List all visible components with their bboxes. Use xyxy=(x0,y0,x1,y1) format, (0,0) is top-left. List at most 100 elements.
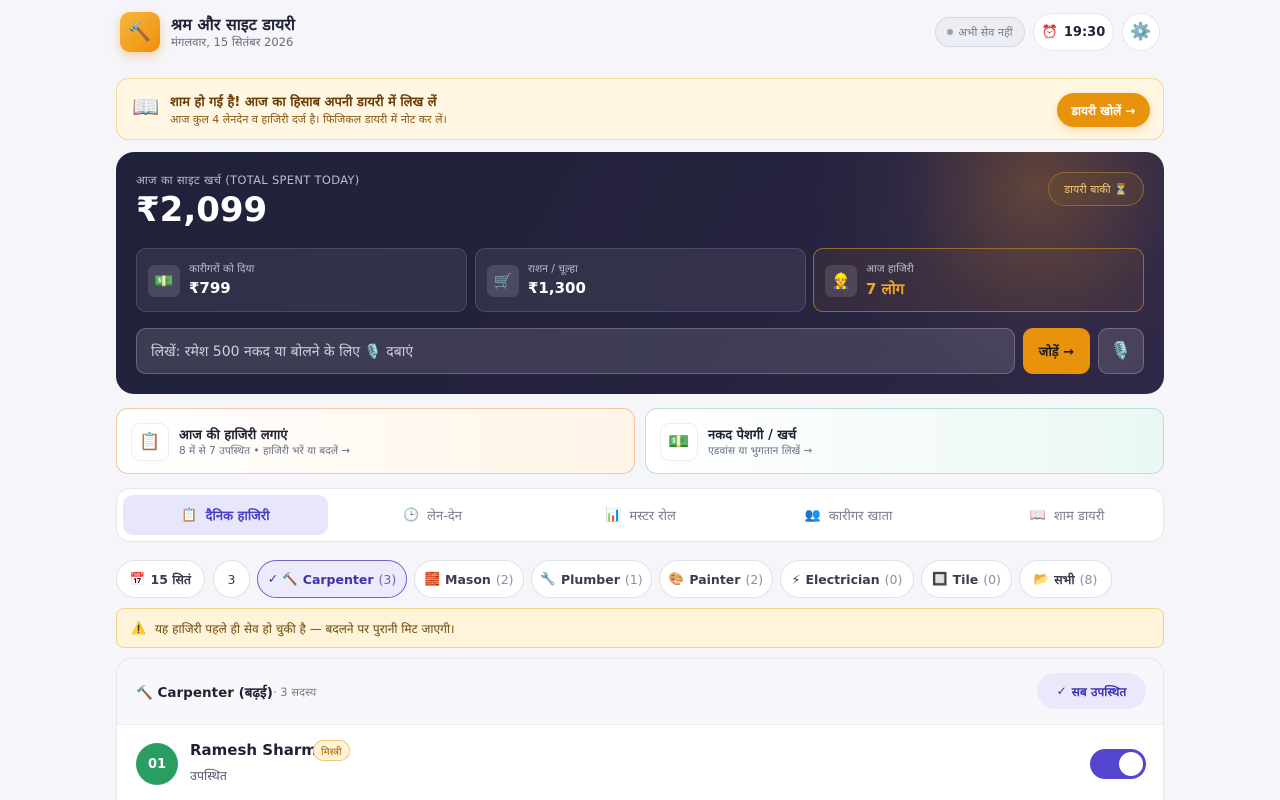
chip-label: Carpenter xyxy=(302,571,374,587)
chip-label: Mason xyxy=(445,571,491,587)
tab-label: मस्टर रोल xyxy=(629,509,676,524)
chip-label: सभी xyxy=(1054,571,1075,587)
tab-daily-attendance[interactable]: 📋 दैनिक हाजिरी xyxy=(123,495,328,535)
warning-icon: ⚠️ xyxy=(131,621,146,635)
clipboard-icon: 📋 xyxy=(181,507,198,523)
chip-count: (3) xyxy=(378,571,397,587)
total-spent-value: ₹2,099 xyxy=(136,190,268,230)
cart-icon: 🛒 xyxy=(487,265,519,297)
chip-label: Electrician xyxy=(805,571,880,587)
open-diary-button[interactable]: डायरी खोलें → xyxy=(1057,93,1150,127)
filter-electrician[interactable]: ⚡ Electrician (0) xyxy=(780,560,914,598)
stat-label: राशन / चूल्हा xyxy=(528,263,578,275)
stat-attendance: 👷 आज हाजिरी 7 लोग xyxy=(813,248,1144,312)
stat-value: ₹799 xyxy=(189,279,231,297)
lightning-icon: ⚡ xyxy=(791,571,801,587)
mark-attendance-card[interactable]: 📋 आज की हाजिरी लगाएं 8 में से 7 उपस्थित … xyxy=(116,408,635,474)
cash-icon: 💵 xyxy=(148,265,180,297)
stat-value: 7 लोग xyxy=(866,280,905,298)
chip-count: (2) xyxy=(745,571,764,587)
tab-label: दैनिक हाजिरी xyxy=(205,509,270,524)
action-subtitle: 8 में से 7 उपस्थित • हाजिरी भरें या बदले… xyxy=(179,445,351,457)
reminder-time: 19:30 xyxy=(1063,24,1106,40)
group-title: 🔨 Carpenter (बढ़ई) xyxy=(136,685,273,701)
extra-count-chip[interactable]: 3 xyxy=(213,560,250,598)
filter-all[interactable]: 📂 सभी (8) xyxy=(1019,560,1112,598)
group-member-count: · 3 सदस्य xyxy=(273,685,317,699)
tab-label: लेन-देन xyxy=(427,509,463,524)
chip-count: (8) xyxy=(1079,571,1098,587)
calendar-icon: 📅 xyxy=(129,571,146,586)
brick-icon: 🧱 xyxy=(424,571,441,586)
money-icon: 💵 xyxy=(660,423,698,461)
stat-label: कारीगरों को दिया xyxy=(189,263,255,275)
tab-worker-ledger[interactable]: 👥 कारीगर खाता xyxy=(757,495,940,535)
mark-all-label: सब उपस्थित xyxy=(1071,684,1127,699)
filter-painter[interactable]: 🎨 Painter (2) xyxy=(659,560,773,598)
chip-label: 3 xyxy=(227,571,236,587)
chip-label: Painter xyxy=(689,571,741,587)
bar-chart-icon: 📊 xyxy=(605,507,622,523)
worker-icon: 👷 xyxy=(825,265,857,297)
tab-label: शाम डायरी xyxy=(1053,509,1105,524)
diary-pending-badge[interactable]: डायरी बाकी ⏳ xyxy=(1048,172,1144,206)
main-tab-bar: 📋 दैनिक हाजिरी 🕒 लेन-देन 📊 मस्टर रोल 👥 क… xyxy=(116,488,1164,542)
tab-transactions[interactable]: 🕒 लेन-देन xyxy=(341,495,524,535)
carpenter-group-card: 🔨 Carpenter (बढ़ई) · 3 सदस्य ✓ सब उपस्थि… xyxy=(116,658,1164,800)
already-saved-warning: ⚠️ यह हाजिरी पहले ही सेव हो चुकी है — बद… xyxy=(116,608,1164,648)
worker-role-badge: मिस्त्री xyxy=(313,740,350,761)
warning-text: यह हाजिरी पहले ही सेव हो चुकी है — बदलने… xyxy=(154,621,455,636)
stat-ration: 🛒 राशन / चूल्हा ₹1,300 xyxy=(475,248,806,312)
clipboard-icon: 📋 xyxy=(131,423,169,461)
filter-mason[interactable]: 🧱 Mason (2) xyxy=(414,560,524,598)
book-icon: 📖 xyxy=(132,95,160,120)
tab-label: कारीगर खाता xyxy=(828,509,893,524)
people-icon: 👥 xyxy=(804,507,821,523)
app-date: मंगलवार, 15 सितंबर 2026 xyxy=(171,35,294,49)
chip-count: (1) xyxy=(624,571,643,587)
action-subtitle: एडवांस या भुगतान लिखें → xyxy=(708,445,813,457)
filter-plumber[interactable]: 🔧 Plumber (1) xyxy=(531,560,652,598)
worker-name: Ramesh Sharma xyxy=(190,741,328,759)
worker-number-avatar: 01 xyxy=(136,743,178,785)
status-dot-icon xyxy=(947,29,954,35)
save-status-badge: अभी सेव नहीं xyxy=(935,17,1025,47)
date-label: 15 सितं xyxy=(150,571,192,587)
daily-summary-card: आज का साइट खर्च (TOTAL SPENT TODAY) ₹2,0… xyxy=(116,152,1164,394)
hammer-icon: 🔨 xyxy=(120,12,160,52)
chip-count: (0) xyxy=(884,571,903,587)
group-header: 🔨 Carpenter (बढ़ई) · 3 सदस्य ✓ सब उपस्थि… xyxy=(117,659,1163,725)
banner-title: शाम हो गई है! आज का हिसाब अपनी डायरी में… xyxy=(170,95,437,110)
tile-icon: 🔲 xyxy=(932,571,948,586)
action-title: आज की हाजिरी लगाएं xyxy=(179,428,288,443)
filter-carpenter[interactable]: ✓ 🔨 Carpenter (3) xyxy=(257,560,407,598)
action-title: नकद पेशगी / खर्च xyxy=(708,428,797,443)
quick-entry-input[interactable]: लिखें: रमेश 500 नकद या बोलने के लिए 🎙️ द… xyxy=(136,328,1015,374)
add-entry-button[interactable]: जोड़ें → xyxy=(1023,328,1090,374)
check-icon: ✓ xyxy=(1056,684,1067,698)
reminder-time-button[interactable]: ⏰ 19:30 xyxy=(1033,13,1114,51)
chip-count: (2) xyxy=(495,571,514,587)
evening-reminder-banner: 📖 शाम हो गई है! आज का हिसाब अपनी डायरी म… xyxy=(116,78,1164,140)
attendance-toggle[interactable] xyxy=(1090,749,1146,779)
tab-evening-diary[interactable]: 📖 शाम डायरी xyxy=(967,495,1167,535)
stat-workers-paid: 💵 कारीगरों को दिया ₹799 xyxy=(136,248,467,312)
banner-subtitle: आज कुल 4 लेनदेन व हाजिरी दर्ज है। फिजिकल… xyxy=(170,113,447,126)
chip-label: Tile xyxy=(952,571,979,587)
palette-icon: 🎨 xyxy=(668,571,685,586)
microphone-icon: 🎙️ xyxy=(1110,341,1132,361)
mark-all-present-button[interactable]: ✓ सब उपस्थित xyxy=(1037,673,1146,709)
date-picker-chip[interactable]: 📅 15 सितं xyxy=(116,560,205,598)
wrench-icon: 🔧 xyxy=(540,571,556,586)
stat-label: आज हाजिरी xyxy=(866,263,914,275)
settings-button[interactable]: ⚙️ xyxy=(1122,13,1160,51)
tab-muster-roll[interactable]: 📊 मस्टर रोल xyxy=(549,495,732,535)
stat-value: ₹1,300 xyxy=(528,279,586,297)
chip-label: Plumber xyxy=(560,571,620,587)
cash-advance-card[interactable]: 💵 नकद पेशगी / खर्च एडवांस या भुगतान लिखे… xyxy=(645,408,1164,474)
app-header: 🔨 श्रम और साइट डायरी मंगलवार, 15 सितंबर … xyxy=(120,12,1164,52)
voice-input-button[interactable]: 🎙️ xyxy=(1098,328,1144,374)
save-status-text: अभी सेव नहीं xyxy=(958,25,1013,39)
total-spent-label: आज का साइट खर्च (TOTAL SPENT TODAY) xyxy=(136,173,360,187)
filter-tile[interactable]: 🔲 Tile (0) xyxy=(921,560,1012,598)
